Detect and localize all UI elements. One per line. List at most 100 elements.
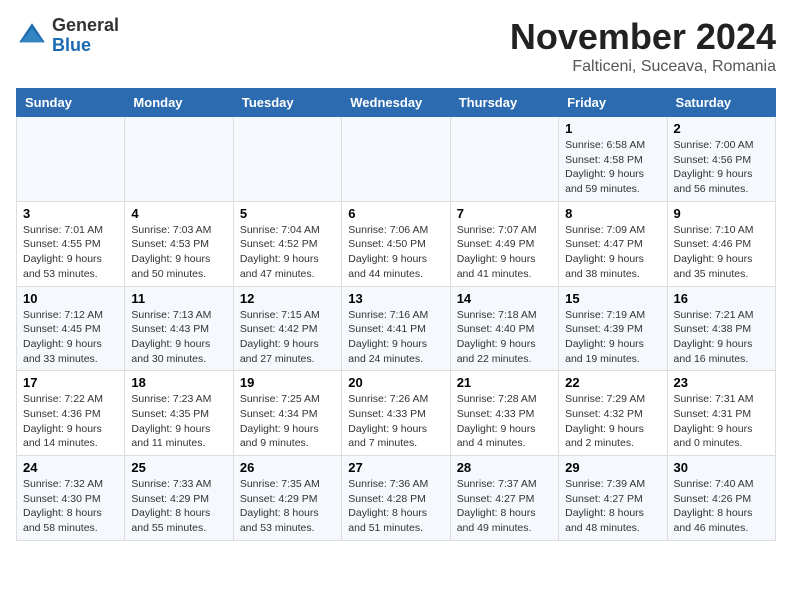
weekday-header: Wednesday: [342, 89, 450, 117]
day-number: 3: [23, 206, 118, 221]
day-number: 29: [565, 460, 660, 475]
weekday-header: Tuesday: [233, 89, 341, 117]
day-number: 12: [240, 291, 335, 306]
calendar-cell: 21 Sunrise: 7:28 AM Sunset: 4:33 PM Dayli…: [450, 371, 558, 456]
day-number: 25: [131, 460, 226, 475]
calendar-week-row: 24Sunrise: 7:32 AM Sunset: 4:30 PM Dayli…: [17, 456, 776, 541]
day-info: Sunrise: 7:15 AM Sunset: 4:42 PM Dayligh…: [240, 308, 335, 367]
calendar-cell: [450, 117, 558, 202]
day-number: 18: [131, 375, 226, 390]
calendar-cell: 7 Sunrise: 7:07 AM Sunset: 4:49 PM Daylig…: [450, 201, 558, 286]
day-number: 19: [240, 375, 335, 390]
weekday-header: Sunday: [17, 89, 125, 117]
title-block: November 2024 Falticeni, Suceava, Romani…: [510, 16, 776, 76]
calendar-cell: 30Sunrise: 7:40 AM Sunset: 4:26 PM Dayli…: [667, 456, 775, 541]
day-info: Sunrise: 7:36 AM Sunset: 4:28 PM Dayligh…: [348, 477, 443, 536]
calendar-cell: 10 Sunrise: 7:12 AM Sunset: 4:45 PM Dayli…: [17, 286, 125, 371]
day-number: 1: [565, 121, 660, 136]
day-number: 17: [23, 375, 118, 390]
calendar-cell: 5 Sunrise: 7:04 AM Sunset: 4:52 PM Daylig…: [233, 201, 341, 286]
calendar-cell: 6 Sunrise: 7:06 AM Sunset: 4:50 PM Daylig…: [342, 201, 450, 286]
calendar-cell: 16Sunrise: 7:21 AM Sunset: 4:38 PM Dayli…: [667, 286, 775, 371]
calendar-cell: 11 Sunrise: 7:13 AM Sunset: 4:43 PM Dayli…: [125, 286, 233, 371]
day-number: 15: [565, 291, 660, 306]
day-number: 11: [131, 291, 226, 306]
day-number: 10: [23, 291, 118, 306]
calendar-cell: 9 Sunrise: 7:10 AM Sunset: 4:46 PM Daylig…: [667, 201, 775, 286]
day-info: Sunrise: 7:32 AM Sunset: 4:30 PM Dayligh…: [23, 477, 118, 536]
calendar-cell: 17Sunrise: 7:22 AM Sunset: 4:36 PM Dayli…: [17, 371, 125, 456]
calendar-cell: 24Sunrise: 7:32 AM Sunset: 4:30 PM Dayli…: [17, 456, 125, 541]
calendar-cell: 15Sunrise: 7:19 AM Sunset: 4:39 PM Dayli…: [559, 286, 667, 371]
calendar-cell: 19 Sunrise: 7:25 AM Sunset: 4:34 PM Dayli…: [233, 371, 341, 456]
day-info: Sunrise: 7:12 AM Sunset: 4:45 PM Dayligh…: [23, 308, 118, 367]
day-info: Sunrise: 7:31 AM Sunset: 4:31 PM Dayligh…: [674, 392, 769, 451]
calendar-table: SundayMondayTuesdayWednesdayThursdayFrid…: [16, 88, 776, 541]
calendar-cell: 18 Sunrise: 7:23 AM Sunset: 4:35 PM Dayli…: [125, 371, 233, 456]
calendar-cell: 20Sunrise: 7:26 AM Sunset: 4:33 PM Dayli…: [342, 371, 450, 456]
calendar-cell: 29 Sunrise: 7:39 AM Sunset: 4:27 PM Dayli…: [559, 456, 667, 541]
day-info: Sunrise: 7:04 AM Sunset: 4:52 PM Dayligh…: [240, 223, 335, 282]
calendar-cell: [125, 117, 233, 202]
day-number: 7: [457, 206, 552, 221]
day-info: Sunrise: 7:28 AM Sunset: 4:33 PM Dayligh…: [457, 392, 552, 451]
day-info: Sunrise: 7:35 AM Sunset: 4:29 PM Dayligh…: [240, 477, 335, 536]
day-info: Sunrise: 6:58 AM Sunset: 4:58 PM Dayligh…: [565, 138, 660, 197]
day-number: 27: [348, 460, 443, 475]
day-number: 6: [348, 206, 443, 221]
day-info: Sunrise: 7:40 AM Sunset: 4:26 PM Dayligh…: [674, 477, 769, 536]
day-number: 5: [240, 206, 335, 221]
day-info: Sunrise: 7:37 AM Sunset: 4:27 PM Dayligh…: [457, 477, 552, 536]
calendar-cell: 2 Sunrise: 7:00 AM Sunset: 4:56 PM Daylig…: [667, 117, 775, 202]
day-number: 14: [457, 291, 552, 306]
calendar-cell: 26 Sunrise: 7:35 AM Sunset: 4:29 PM Dayli…: [233, 456, 341, 541]
day-info: Sunrise: 7:13 AM Sunset: 4:43 PM Dayligh…: [131, 308, 226, 367]
day-info: Sunrise: 7:23 AM Sunset: 4:35 PM Dayligh…: [131, 392, 226, 451]
calendar-cell: 28Sunrise: 7:37 AM Sunset: 4:27 PM Dayli…: [450, 456, 558, 541]
day-number: 2: [674, 121, 769, 136]
day-number: 16: [674, 291, 769, 306]
logo-icon: [16, 20, 48, 52]
day-info: Sunrise: 7:06 AM Sunset: 4:50 PM Dayligh…: [348, 223, 443, 282]
day-info: Sunrise: 7:29 AM Sunset: 4:32 PM Dayligh…: [565, 392, 660, 451]
day-info: Sunrise: 7:25 AM Sunset: 4:34 PM Dayligh…: [240, 392, 335, 451]
calendar-cell: 3Sunrise: 7:01 AM Sunset: 4:55 PM Daylig…: [17, 201, 125, 286]
calendar-cell: 25 Sunrise: 7:33 AM Sunset: 4:29 PM Dayli…: [125, 456, 233, 541]
calendar-cell: 14Sunrise: 7:18 AM Sunset: 4:40 PM Dayli…: [450, 286, 558, 371]
calendar-week-row: 17Sunrise: 7:22 AM Sunset: 4:36 PM Dayli…: [17, 371, 776, 456]
calendar-week-row: 10 Sunrise: 7:12 AM Sunset: 4:45 PM Dayli…: [17, 286, 776, 371]
day-info: Sunrise: 7:33 AM Sunset: 4:29 PM Dayligh…: [131, 477, 226, 536]
day-info: Sunrise: 7:09 AM Sunset: 4:47 PM Dayligh…: [565, 223, 660, 282]
calendar-cell: 8Sunrise: 7:09 AM Sunset: 4:47 PM Daylig…: [559, 201, 667, 286]
day-info: Sunrise: 7:03 AM Sunset: 4:53 PM Dayligh…: [131, 223, 226, 282]
calendar-cell: [233, 117, 341, 202]
day-number: 23: [674, 375, 769, 390]
day-number: 4: [131, 206, 226, 221]
calendar-cell: [17, 117, 125, 202]
day-number: 9: [674, 206, 769, 221]
calendar-cell: 23 Sunrise: 7:31 AM Sunset: 4:31 PM Dayli…: [667, 371, 775, 456]
calendar-cell: 12 Sunrise: 7:15 AM Sunset: 4:42 PM Dayli…: [233, 286, 341, 371]
day-number: 21: [457, 375, 552, 390]
day-info: Sunrise: 7:10 AM Sunset: 4:46 PM Dayligh…: [674, 223, 769, 282]
weekday-header: Thursday: [450, 89, 558, 117]
day-number: 22: [565, 375, 660, 390]
calendar-week-row: 3Sunrise: 7:01 AM Sunset: 4:55 PM Daylig…: [17, 201, 776, 286]
logo: General Blue: [16, 16, 119, 56]
calendar-cell: 4 Sunrise: 7:03 AM Sunset: 4:53 PM Daylig…: [125, 201, 233, 286]
weekday-header: Friday: [559, 89, 667, 117]
day-info: Sunrise: 7:07 AM Sunset: 4:49 PM Dayligh…: [457, 223, 552, 282]
calendar-cell: 1 Sunrise: 6:58 AM Sunset: 4:58 PM Daylig…: [559, 117, 667, 202]
month-title: November 2024: [510, 16, 776, 58]
day-info: Sunrise: 7:39 AM Sunset: 4:27 PM Dayligh…: [565, 477, 660, 536]
weekday-header-row: SundayMondayTuesdayWednesdayThursdayFrid…: [17, 89, 776, 117]
calendar-cell: 22 Sunrise: 7:29 AM Sunset: 4:32 PM Dayli…: [559, 371, 667, 456]
day-number: 26: [240, 460, 335, 475]
calendar-cell: [342, 117, 450, 202]
weekday-header: Saturday: [667, 89, 775, 117]
day-info: Sunrise: 7:00 AM Sunset: 4:56 PM Dayligh…: [674, 138, 769, 197]
calendar-cell: 27 Sunrise: 7:36 AM Sunset: 4:28 PM Dayli…: [342, 456, 450, 541]
calendar-week-row: 1 Sunrise: 6:58 AM Sunset: 4:58 PM Daylig…: [17, 117, 776, 202]
header: General Blue November 2024 Falticeni, Su…: [16, 16, 776, 76]
location-subtitle: Falticeni, Suceava, Romania: [510, 58, 776, 76]
